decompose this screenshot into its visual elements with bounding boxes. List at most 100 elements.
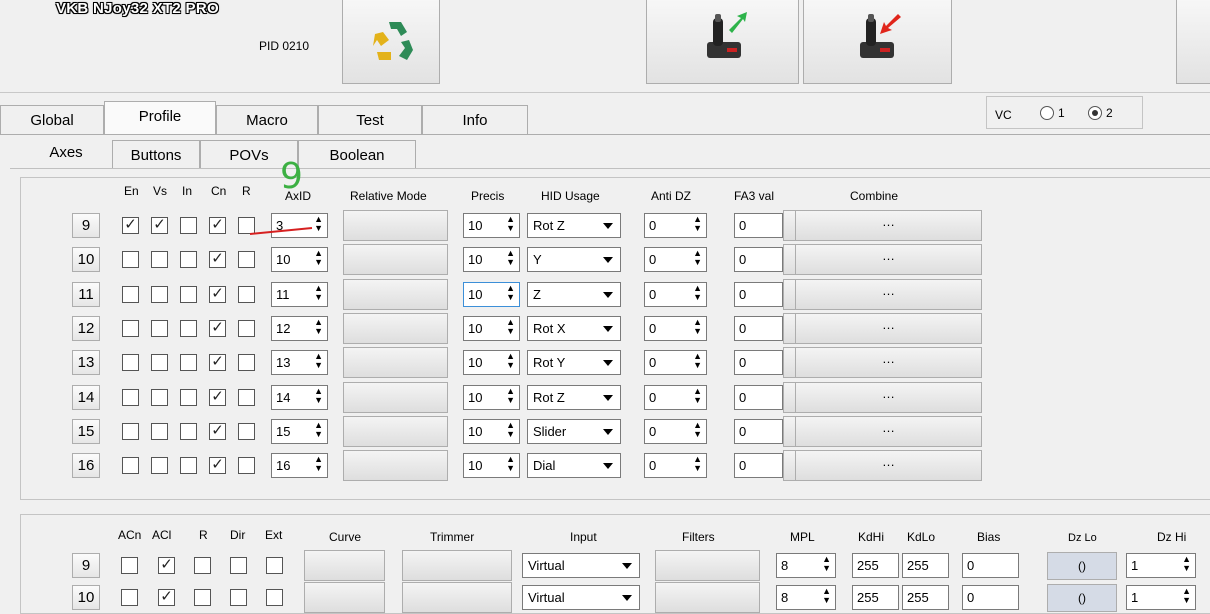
kdhi-field[interactable]: 255 <box>852 553 899 578</box>
spin-arrows-icon[interactable]: ▲ ▼ <box>693 352 702 370</box>
combine-button[interactable]: … <box>795 244 982 276</box>
hid-usage-dropdown[interactable]: Dial <box>527 453 621 479</box>
anti-dz-spinner[interactable]: 0 ▲ ▼ <box>644 281 707 307</box>
subtab-axes[interactable]: Axes <box>20 137 112 166</box>
curve-button[interactable] <box>304 582 385 613</box>
filter-row-button[interactable]: 9 <box>72 553 100 578</box>
anti-dz-spinner[interactable]: 0 ▲ ▼ <box>644 384 707 410</box>
combine-button[interactable]: … <box>795 347 982 379</box>
curve-button[interactable] <box>304 550 385 581</box>
axis-row-button[interactable]: 13 <box>72 350 100 376</box>
en-checkbox[interactable] <box>122 354 139 372</box>
upload-button[interactable] <box>646 0 799 84</box>
axis-row-button[interactable]: 12 <box>72 315 100 341</box>
download-button[interactable] <box>803 0 952 84</box>
precis-spinner[interactable]: 10 ▲ ▼ <box>463 315 520 341</box>
combine-button[interactable]: … <box>795 278 982 310</box>
in-checkbox[interactable] <box>180 457 197 475</box>
spin-arrows-icon[interactable]: ▲ ▼ <box>506 455 515 473</box>
spin-arrows-icon[interactable]: ▲ ▼ <box>693 455 702 473</box>
kdlo-field[interactable]: 255 <box>902 553 949 578</box>
r-checkbox[interactable] <box>238 388 255 406</box>
acn-checkbox[interactable] <box>121 557 138 574</box>
spin-arrows-icon[interactable]: ▲ ▼ <box>506 352 515 370</box>
hid-usage-dropdown[interactable]: Rot Y <box>527 350 621 376</box>
axid-spinner[interactable]: 13 ▲ ▼ <box>271 350 328 376</box>
cn-checkbox[interactable]: ✓ <box>209 251 226 269</box>
axis-row-button[interactable]: 10 <box>72 247 100 273</box>
combine-button[interactable]: … <box>795 450 982 482</box>
r-checkbox[interactable] <box>238 319 255 337</box>
combine-button[interactable]: … <box>795 381 982 413</box>
spin-arrows-icon[interactable]: ▲ ▼ <box>506 386 515 405</box>
combine-button[interactable]: … <box>795 415 982 447</box>
spin-arrows-icon[interactable]: ▲ ▼ <box>822 587 831 605</box>
fa3-val-field[interactable]: 0 <box>734 281 783 307</box>
tab-test[interactable]: Test <box>318 105 422 134</box>
dz-hi-spinner[interactable]: 1 ▲ ▼ <box>1126 585 1196 610</box>
fa3-val-field[interactable]: 0 <box>734 247 783 273</box>
precis-spinner[interactable]: 10 ▲ ▼ <box>463 350 520 376</box>
cn-checkbox[interactable]: ✓ <box>209 319 226 337</box>
dir-checkbox[interactable] <box>230 557 247 574</box>
spin-arrows-icon[interactable]: ▲ ▼ <box>314 249 323 267</box>
spin-arrows-icon[interactable]: ▲ ▼ <box>314 317 323 336</box>
spin-arrows-icon[interactable]: ▲ ▼ <box>1182 587 1191 605</box>
spin-arrows-icon[interactable]: ▲ ▼ <box>506 215 515 233</box>
spin-arrows-icon[interactable]: ▲ ▼ <box>314 420 323 439</box>
spin-arrows-icon[interactable]: ▲ ▼ <box>506 249 515 267</box>
relative-mode-button[interactable] <box>343 450 448 482</box>
kdlo-field[interactable]: 255 <box>902 585 949 610</box>
filters-button[interactable] <box>655 550 760 581</box>
vc-radio-2[interactable] <box>1088 106 1102 120</box>
anti-dz-spinner[interactable]: 0 ▲ ▼ <box>644 315 707 341</box>
precis-spinner[interactable]: 10 ▲ ▼ <box>463 453 520 479</box>
vs-checkbox[interactable] <box>151 457 168 475</box>
spin-arrows-icon[interactable]: ▲ ▼ <box>693 249 702 267</box>
cn-checkbox[interactable]: ✓ <box>209 388 226 406</box>
combine-button[interactable]: … <box>795 312 982 344</box>
tab-info[interactable]: Info <box>422 105 528 134</box>
vs-checkbox[interactable]: ✓ <box>151 217 168 234</box>
vs-checkbox[interactable] <box>151 354 168 372</box>
spin-arrows-icon[interactable]: ▲ ▼ <box>693 215 702 233</box>
cn-checkbox[interactable]: ✓ <box>209 285 226 303</box>
spin-arrows-icon[interactable]: ▲ ▼ <box>693 420 702 439</box>
r-checkbox[interactable] <box>238 251 255 269</box>
r-checkbox[interactable] <box>238 285 255 303</box>
anti-dz-spinner[interactable]: 0 ▲ ▼ <box>644 418 707 444</box>
cn-checkbox[interactable]: ✓ <box>209 422 226 440</box>
vs-checkbox[interactable] <box>151 251 168 269</box>
mpl-spinner[interactable]: 8 ▲ ▼ <box>776 585 836 610</box>
in-checkbox[interactable] <box>180 422 197 440</box>
dz-lo-button[interactable]: () <box>1047 552 1117 580</box>
axid-spinner[interactable]: 12 ▲ ▼ <box>271 315 328 341</box>
hid-usage-dropdown[interactable]: Z <box>527 281 621 307</box>
fa3-val-field[interactable]: 0 <box>734 350 783 376</box>
en-checkbox[interactable] <box>122 319 139 337</box>
input-dropdown[interactable]: Virtual <box>522 585 640 610</box>
axid-spinner[interactable]: 15 ▲ ▼ <box>271 418 328 444</box>
spin-arrows-icon[interactable]: ▲ ▼ <box>693 386 702 405</box>
in-checkbox[interactable] <box>180 354 197 372</box>
relative-mode-button[interactable] <box>343 210 448 241</box>
precis-spinner[interactable]: 10 ▲ ▼ <box>463 281 520 307</box>
spin-arrows-icon[interactable]: ▲ ▼ <box>506 317 515 336</box>
precis-spinner[interactable]: 10 ▲ ▼ <box>463 247 520 273</box>
spin-arrows-icon[interactable]: ▲ ▼ <box>1182 555 1191 573</box>
axid-spinner[interactable]: 16 ▲ ▼ <box>271 453 328 479</box>
relative-mode-button[interactable] <box>343 244 448 276</box>
extra-button[interactable] <box>1176 0 1210 84</box>
refresh-button[interactable] <box>342 0 440 84</box>
spin-arrows-icon[interactable]: ▲ ▼ <box>314 283 323 302</box>
spin-arrows-icon[interactable]: ▲ ▼ <box>693 317 702 336</box>
ext-checkbox[interactable] <box>266 589 283 606</box>
acl-checkbox[interactable]: ✓ <box>158 557 175 574</box>
r-checkbox[interactable] <box>194 589 211 606</box>
fa3-val-field[interactable]: 0 <box>734 453 783 479</box>
spin-arrows-icon[interactable]: ▲ ▼ <box>314 455 323 473</box>
r-checkbox[interactable] <box>238 422 255 440</box>
vs-checkbox[interactable] <box>151 388 168 406</box>
spin-arrows-icon[interactable]: ▲ ▼ <box>314 352 323 370</box>
en-checkbox[interactable] <box>122 422 139 440</box>
